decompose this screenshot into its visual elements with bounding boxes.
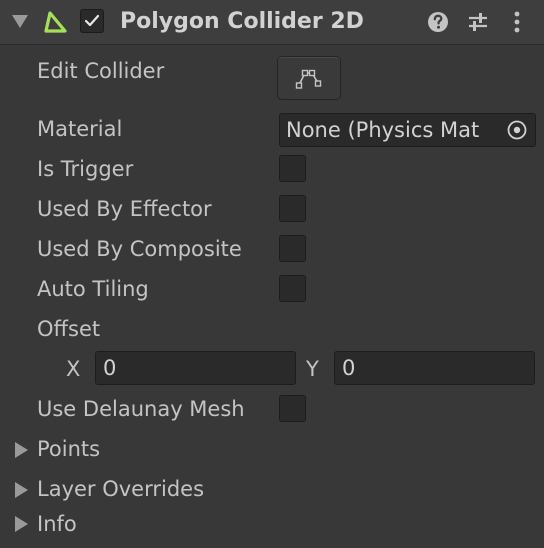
- use-delaunay-mesh-checkbox[interactable]: [279, 395, 306, 422]
- collapse-arrow-icon[interactable]: [12, 15, 28, 28]
- used-by-effector-checkbox[interactable]: [279, 195, 306, 222]
- offset-x-value: 0: [103, 356, 117, 380]
- object-picker-icon: [507, 120, 527, 140]
- used-by-effector-label: Used By Effector: [37, 197, 212, 221]
- polygon-collider-2d-icon: [44, 11, 67, 33]
- layer-overrides-foldout-arrow-icon[interactable]: [15, 482, 28, 498]
- checkmark-icon: [84, 14, 100, 27]
- layer-overrides-foldout-label[interactable]: Layer Overrides: [37, 475, 204, 503]
- edit-collider-button[interactable]: [277, 56, 341, 100]
- offset-y-value: 0: [342, 356, 356, 380]
- component-header[interactable]: Polygon Collider 2D: [0, 0, 544, 45]
- material-object-field[interactable]: None (Physics Mat: [279, 113, 536, 147]
- inspector-component-panel: Polygon Collider 2D Edit Collider Materi…: [0, 0, 544, 548]
- info-foldout-label[interactable]: Info: [37, 510, 77, 538]
- auto-tiling-label: Auto Tiling: [37, 277, 149, 301]
- component-title: Polygon Collider 2D: [120, 9, 364, 34]
- use-delaunay-mesh-label: Use Delaunay Mesh: [37, 397, 245, 421]
- object-picker-button[interactable]: [499, 114, 535, 146]
- is-trigger-label: Is Trigger: [37, 157, 134, 181]
- is-trigger-checkbox[interactable]: [279, 155, 306, 182]
- offset-y-label: Y: [306, 357, 319, 381]
- points-foldout-arrow-icon[interactable]: [15, 442, 28, 458]
- kebab-menu-icon[interactable]: [504, 9, 530, 35]
- component-enabled-checkbox[interactable]: [80, 9, 104, 33]
- material-label: Material: [37, 117, 123, 141]
- offset-x-label: X: [66, 357, 81, 381]
- edit-collider-icon: [295, 69, 322, 89]
- edit-collider-label: Edit Collider: [37, 59, 165, 83]
- material-value: None (Physics Mat: [286, 118, 480, 142]
- used-by-composite-checkbox[interactable]: [279, 235, 306, 262]
- info-foldout-arrow-icon[interactable]: [15, 516, 28, 532]
- offset-x-field[interactable]: 0: [95, 351, 296, 385]
- help-icon[interactable]: [425, 9, 451, 35]
- offset-label: Offset: [37, 317, 101, 341]
- points-foldout-label[interactable]: Points: [37, 435, 100, 463]
- preset-sliders-icon[interactable]: [465, 9, 491, 35]
- used-by-composite-label: Used By Composite: [37, 237, 242, 261]
- offset-y-field[interactable]: 0: [334, 351, 535, 385]
- auto-tiling-checkbox[interactable]: [279, 275, 306, 302]
